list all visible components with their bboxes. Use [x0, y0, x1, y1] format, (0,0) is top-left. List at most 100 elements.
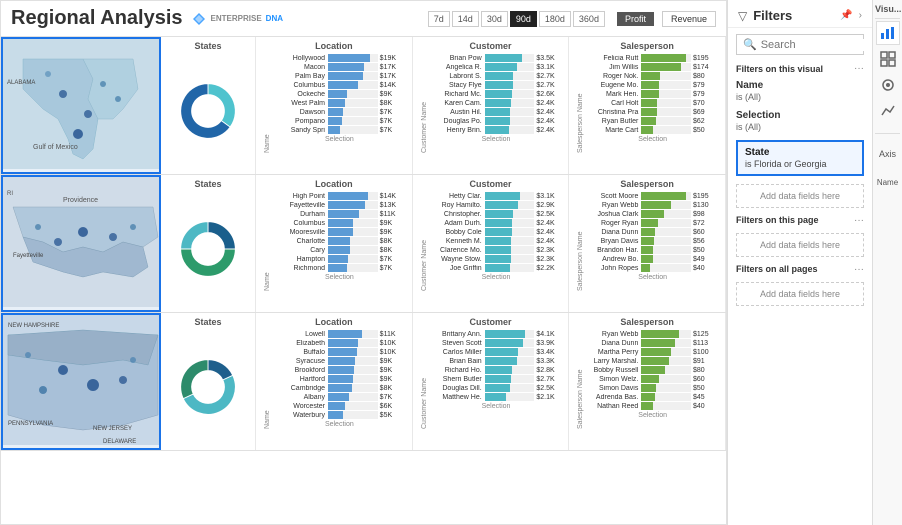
bar-fill [641, 393, 654, 401]
tab-legend[interactable]: Name [876, 170, 900, 194]
bar-track [485, 237, 535, 245]
bar-track [328, 54, 378, 62]
bar-item: Stacy Flye $2.7K [430, 81, 563, 89]
bar-value: $2.8K [534, 367, 562, 374]
profit-button[interactable]: Profit [617, 12, 654, 26]
bar-fill [485, 219, 512, 227]
revenue-button[interactable]: Revenue [662, 11, 716, 27]
tab-data[interactable] [876, 47, 900, 71]
bar-item: Larry Marshal. $91 [586, 357, 719, 365]
bar-item: Mark Hen. $79 [586, 90, 719, 98]
pin-icon[interactable]: 📌 [840, 10, 852, 21]
dashboard-row-1: Gulf of Mexico ALABAMA States LocationNa… [1, 37, 726, 175]
bar-item: Columbus $14K [273, 81, 406, 89]
bar-item: Christina Pra $69 [586, 108, 719, 116]
bar-value: $69 [691, 109, 719, 116]
salesperson-bars-2: Scott Moore $195 Ryan Webb $130 Joshua C… [586, 192, 719, 293]
bar-value: $125 [691, 331, 719, 338]
bar-name: Hampton [273, 256, 328, 263]
bar-item: Roy Hamilto. $2.9K [430, 201, 563, 209]
bar-name: Fayetteville [273, 202, 328, 209]
bar-value: $7K [378, 394, 406, 401]
bar-fill [641, 348, 671, 356]
bar-value: $2.4K [534, 238, 562, 245]
add-fields-all[interactable]: Add data fields here [736, 282, 864, 306]
bar-value: $7K [378, 256, 406, 263]
forward-icon[interactable]: › [859, 10, 862, 21]
tab-format[interactable] [876, 73, 900, 97]
states-title: States [167, 41, 249, 51]
bar-track [328, 72, 378, 80]
bar-item: Palm Bay $17K [273, 72, 406, 80]
search-input[interactable] [761, 39, 872, 51]
bar-name: Brian Bain [430, 358, 485, 365]
bar-value: $9K [378, 367, 406, 374]
bar-name: Christina Pra [586, 109, 641, 116]
bar-track [485, 201, 535, 209]
tab-visualizations[interactable] [876, 21, 900, 45]
map-panel-1[interactable]: Gulf of Mexico ALABAMA [1, 37, 161, 174]
bar-item: Joe Griffin $2.2K [430, 264, 563, 272]
bar-track [328, 393, 378, 401]
add-fields-visual[interactable]: Add data fields here [736, 184, 864, 208]
bar-name: Eugene Mo. [586, 82, 641, 89]
customer-bars-2: Hetty Clar. $3.1K Roy Hamilto. $2.9K Chr… [430, 192, 563, 293]
tab-30d[interactable]: 30d [481, 11, 508, 27]
bar-name: Hollywood [273, 55, 328, 62]
tab-axis[interactable]: Axis [876, 142, 900, 166]
bar-item: Bryan Davis $56 [586, 237, 719, 245]
bar-fill [328, 402, 345, 410]
bar-value: $56 [691, 238, 719, 245]
bar-name: Wayne Stow. [430, 256, 485, 263]
bar-item: Christopher. $2.5K [430, 210, 563, 218]
bar-track [641, 81, 691, 89]
bar-track [641, 210, 691, 218]
bar-track [641, 339, 691, 347]
bar-track [485, 348, 535, 356]
tab-360d[interactable]: 360d [573, 11, 605, 27]
svg-text:ALABAMA: ALABAMA [7, 80, 35, 86]
salesperson-x-label-2: Selection [586, 274, 719, 281]
data-panels-row-1: States LocationName Hollywood $19K Macon… [161, 37, 726, 174]
add-fields-page[interactable]: Add data fields here [736, 233, 864, 257]
bar-item: Felicia Rutt $195 [586, 54, 719, 62]
donut-container-2 [167, 192, 249, 305]
tab-analytics[interactable] [876, 99, 900, 123]
bar-fill [485, 264, 510, 272]
bar-value: $2.2K [534, 265, 562, 272]
bar-item: Angelica R. $3.1K [430, 63, 563, 71]
bar-fill [328, 126, 340, 134]
bar-track [485, 384, 535, 392]
bar-value: $14K [378, 82, 406, 89]
bar-item: Ryan Webb $130 [586, 201, 719, 209]
bar-fill [485, 210, 514, 218]
location-chart-3: Name Lowell $11K Elizabeth $10K Buffalo … [262, 330, 406, 431]
map-panel-2[interactable]: Providence Fayetteville RI [1, 175, 161, 312]
salesperson-title-2: Salesperson [575, 179, 719, 189]
bar-value: $8K [378, 100, 406, 107]
tab-14d[interactable]: 14d [452, 11, 479, 27]
table-icon [880, 51, 896, 67]
bar-name: Buffalo [273, 349, 328, 356]
bar-value: $2.3K [534, 247, 562, 254]
search-box[interactable]: 🔍 [736, 34, 864, 55]
tab-7d[interactable]: 7d [428, 11, 450, 27]
bar-fill [328, 201, 365, 209]
state-filter-card[interactable]: State is Florida or Georgia [736, 140, 864, 176]
tab-180d[interactable]: 180d [539, 11, 571, 27]
bar-item: Marte Cart $50 [586, 126, 719, 134]
bar-name: Bryan Davis [586, 238, 641, 245]
bar-track [485, 330, 535, 338]
bar-track [641, 348, 691, 356]
logo-dna-text: DNA [266, 14, 283, 23]
bar-name: Adam Durh. [430, 220, 485, 227]
bar-name: Dawson [273, 109, 328, 116]
bar-item: Bobby Russell $80 [586, 366, 719, 374]
bar-fill [485, 126, 509, 134]
filters-title: Filters [753, 8, 834, 23]
map-panel-3[interactable]: NEW HAMPSHIRE PENNSYLVANIA NEW JERSEY DE… [1, 313, 161, 450]
visual-filter-header: Filters on this visual ··· [728, 61, 872, 76]
tab-90d[interactable]: 90d [510, 11, 537, 27]
bar-fill [485, 366, 513, 374]
bar-track [641, 99, 691, 107]
